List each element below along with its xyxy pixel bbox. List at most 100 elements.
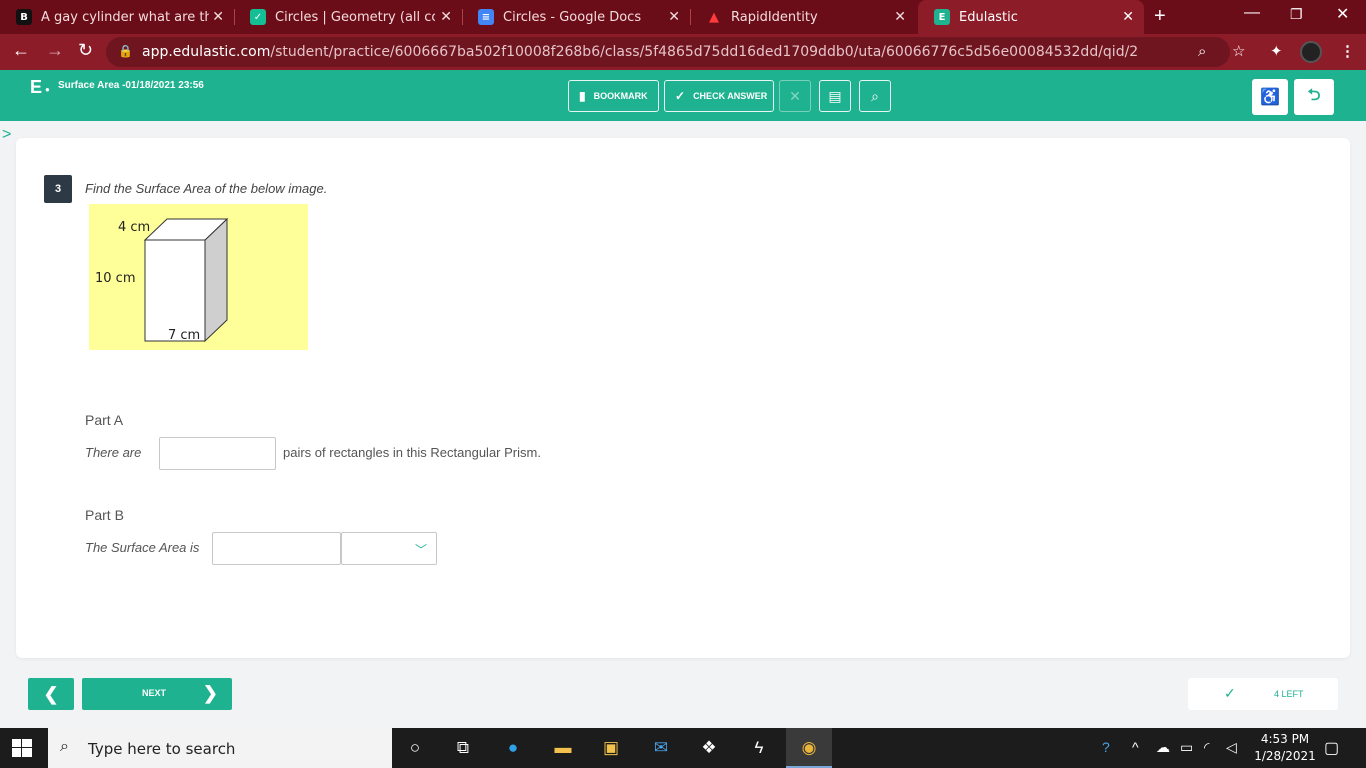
dropbox-icon[interactable]: ❖ [696, 736, 722, 760]
app-bolt-icon[interactable]: ϟ [746, 736, 772, 760]
tab-title: RapidIdentity [731, 9, 818, 25]
zoom-icon[interactable]: ⌕ [1198, 43, 1206, 60]
eliminate-answer-button[interactable]: ✕ [779, 80, 811, 112]
close-tab-icon[interactable]: ✕ [668, 9, 680, 25]
tab-favicon-icon: ≡ [478, 9, 494, 25]
part-b-answer-input[interactable] [212, 532, 341, 565]
edulastic-header: E ● Surface Area -01/18/2021 23:56 ▮ BOO… [0, 70, 1366, 121]
restore-icon[interactable]: ❐ [1290, 6, 1303, 23]
search-icon: ⌕ [60, 738, 69, 755]
part-a-label: Part A [85, 412, 124, 428]
tab-title: A gay cylinder what are the var [41, 9, 209, 25]
close-tab-icon[interactable]: ✕ [894, 9, 906, 25]
chevron-left-icon: ❮ [43, 683, 59, 704]
close-tab-icon[interactable]: ✕ [212, 9, 224, 25]
taskbar-search-box[interactable]: ⌕ Type here to search [48, 728, 392, 768]
tab-favicon-icon: B [16, 9, 32, 25]
windows-start-icon[interactable] [12, 739, 32, 757]
onedrive-cloud-icon[interactable]: ☁ [1156, 739, 1170, 756]
chrome-icon: ◉ [801, 738, 817, 757]
new-tab-icon[interactable]: + [1154, 5, 1166, 28]
unit-dropdown[interactable]: ﹀ [341, 532, 437, 565]
check-answer-button[interactable]: ✓ CHECK ANSWER [664, 80, 774, 112]
part-a-suffix: pairs of rectangles in this Rectangular … [283, 445, 541, 460]
edge-icon[interactable]: ● [500, 736, 526, 760]
browser-tab-1[interactable]: B A gay cylinder what are the var ✕ [0, 0, 235, 34]
logo-dot-icon: ● [45, 85, 50, 94]
scratchpad-button[interactable]: ▤ [819, 80, 851, 112]
browser-tab-5-active[interactable]: E Edulastic ✕ [918, 0, 1144, 34]
forward-icon[interactable]: → [46, 40, 64, 61]
part-b-label: Part B [85, 507, 124, 523]
exit-button[interactable]: ⮌ [1294, 79, 1334, 115]
questions-left-count: 4 LEFT [1274, 689, 1304, 699]
minimize-icon[interactable]: — [1244, 4, 1260, 22]
chevron-right-icon: ❯ [202, 683, 218, 703]
check-icon: ✓ [675, 89, 686, 103]
store-icon[interactable]: ▣ [598, 736, 624, 760]
url-path: /student/practice/6006667ba502f10008f268… [270, 44, 1139, 60]
wifi-icon[interactable]: ◜ [1204, 739, 1209, 756]
rectangular-prism-figure: 4 cm 10 cm 7 cm [89, 204, 308, 350]
volume-icon[interactable]: ◁ [1226, 739, 1237, 756]
bottom-dimension-label: 7 cm [168, 328, 200, 343]
bookmark-icon: ▮ [579, 89, 586, 103]
help-icon[interactable]: ? [1102, 739, 1110, 755]
next-question-button[interactable]: NEXT ❯ [82, 678, 232, 710]
address-bar[interactable]: 🔒 app.edulastic.com/student/practice/600… [106, 37, 1230, 67]
browser-tab-3[interactable]: ≡ Circles - Google Docs ✕ [462, 0, 691, 34]
magnifier-icon: ⌕ [871, 87, 879, 104]
menu-kebab-icon[interactable]: ⋮ [1340, 42, 1355, 60]
assignment-title: Surface Area -01/18/2021 23:56 [58, 80, 204, 91]
tab-title: Circles | Geometry (all content) [275, 9, 435, 25]
part-a-answer-input[interactable] [159, 437, 276, 470]
back-icon[interactable]: ← [12, 40, 30, 61]
close-tab-icon[interactable]: ✕ [1122, 9, 1134, 25]
mail-icon[interactable]: ✉ [648, 736, 674, 760]
file-explorer-icon[interactable]: ▬ [550, 736, 576, 760]
task-view-icon[interactable]: ⧉ [450, 736, 476, 760]
edulastic-logo[interactable]: E [30, 77, 42, 98]
clock-time: 4:53 PM [1260, 732, 1310, 746]
next-label: NEXT [142, 688, 167, 698]
clock-date: 1/28/2021 [1254, 749, 1316, 763]
browser-tab-2[interactable]: ✓ Circles | Geometry (all content) ✕ [234, 0, 463, 34]
browser-tab-4[interactable]: ▲ RapidIdentity ✕ [690, 0, 916, 34]
tab-title: Circles - Google Docs [503, 9, 642, 25]
reload-icon[interactable]: ↻ [78, 40, 93, 61]
question-prompt: Find the Surface Area of the below image… [85, 181, 328, 196]
tab-title: Edulastic [959, 9, 1018, 25]
notification-center-icon[interactable]: ▢ [1324, 738, 1339, 758]
tab-favicon-icon: ▲ [709, 9, 719, 25]
close-window-icon[interactable]: ✕ [1336, 4, 1349, 24]
windows-taskbar: ⌕ Type here to search ○ ⧉ ● ▬ ▣ ✉ ❖ ϟ ◉ … [0, 728, 1366, 768]
browser-toolbar: ← → ↻ 🔒 app.edulastic.com/student/practi… [0, 34, 1366, 70]
tab-favicon-icon: ✓ [250, 9, 266, 25]
questions-left-indicator[interactable]: ✓ 4 LEFT [1188, 678, 1338, 710]
cortana-icon[interactable]: ○ [402, 736, 428, 760]
bookmark-button[interactable]: ▮ BOOKMARK [568, 80, 659, 112]
star-bookmark-icon[interactable]: ☆ [1232, 42, 1245, 60]
chrome-taskbar-item[interactable]: ◉ [786, 728, 832, 768]
browser-tab-strip: B A gay cylinder what are the var ✕ ✓ Ci… [0, 0, 1366, 34]
side-dimension-label: 10 cm [95, 271, 136, 286]
profile-avatar[interactable] [1300, 41, 1322, 63]
notepad-icon: ▤ [828, 87, 842, 104]
previous-question-button[interactable]: ❮ [28, 678, 74, 710]
close-tab-icon[interactable]: ✕ [440, 9, 452, 25]
chevron-down-icon: ﹀ [414, 543, 427, 557]
tab-favicon-icon: E [934, 9, 950, 25]
accessibility-button[interactable]: ♿ [1252, 79, 1288, 115]
taskbar-search-placeholder: Type here to search [88, 740, 236, 758]
chevron-right-icon: > [2, 126, 12, 143]
extensions-puzzle-icon[interactable]: ✦ [1270, 42, 1283, 60]
magnifier-button[interactable]: ⌕ [859, 80, 891, 112]
bookmark-label: BOOKMARK [593, 91, 648, 101]
question-number-badge: 3 [44, 175, 72, 203]
lock-icon: 🔒 [118, 44, 133, 58]
x-icon: ✕ [789, 87, 801, 104]
battery-icon[interactable]: ▭ [1180, 739, 1193, 756]
check-answer-label: CHECK ANSWER [693, 91, 768, 101]
tray-chevron-up-icon[interactable]: ^ [1132, 739, 1139, 755]
taskbar-clock[interactable]: 4:53 PM 1/28/2021 [1252, 731, 1318, 765]
